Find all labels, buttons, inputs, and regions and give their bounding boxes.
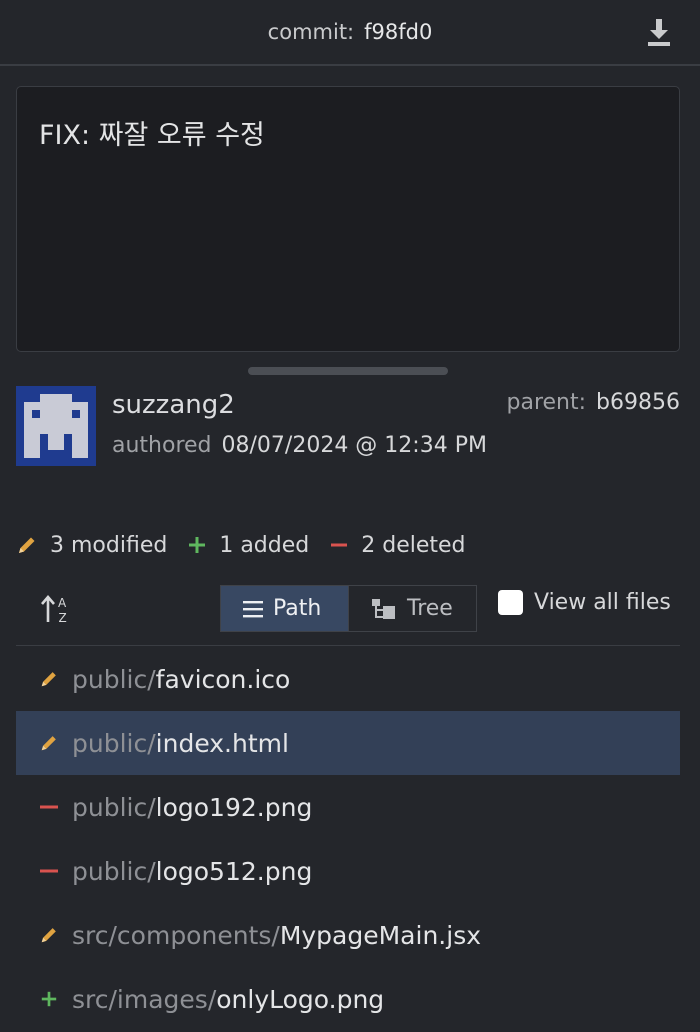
tree-label: Tree bbox=[407, 596, 453, 621]
file-row[interactable]: public/favicon.ico bbox=[16, 647, 680, 711]
commit-label: commit: bbox=[267, 20, 355, 44]
authored-date: 08/07/2024 @ 12:34 PM bbox=[221, 433, 487, 458]
view-all-files-option: View all files bbox=[498, 590, 671, 615]
file-name: MypageMain.jsx bbox=[279, 920, 482, 950]
path-view-button[interactable]: Path bbox=[221, 586, 348, 631]
deleted-count: 2 deleted bbox=[361, 532, 466, 558]
deleted-stat: 2 deleted bbox=[329, 532, 466, 558]
file-list: public/favicon.ico public/index.html pub… bbox=[16, 647, 680, 1031]
pencil-icon bbox=[38, 924, 60, 946]
file-dir: src/images/ bbox=[72, 984, 217, 1014]
path-label: Path bbox=[273, 596, 322, 621]
tree-view-button[interactable]: Tree bbox=[348, 586, 476, 631]
svg-text:A: A bbox=[58, 596, 67, 610]
file-dir: public/ bbox=[72, 664, 156, 694]
change-stats: 3 modified 1 added 2 deleted bbox=[16, 530, 486, 560]
added-stat: 1 added bbox=[187, 533, 309, 558]
file-row[interactable]: public/index.html bbox=[16, 711, 680, 775]
file-row[interactable]: public/logo512.png bbox=[16, 839, 680, 903]
resize-handle[interactable] bbox=[248, 367, 448, 375]
parent-sha[interactable]: b69856 bbox=[596, 390, 680, 415]
authored-row: authored 08/07/2024 @ 12:34 PM bbox=[112, 433, 487, 458]
tree-icon bbox=[372, 598, 395, 619]
author-name: suzzang2 bbox=[112, 390, 235, 420]
pencil-icon bbox=[38, 732, 60, 754]
commit-sha[interactable]: f98fd0 bbox=[364, 20, 432, 44]
file-name: logo192.png bbox=[155, 792, 313, 822]
file-row[interactable]: src/components/MypageMain.jsx bbox=[16, 903, 680, 967]
avatar bbox=[16, 386, 96, 466]
file-name: onlyLogo.png bbox=[216, 984, 385, 1014]
file-row[interactable]: public/logo192.png bbox=[16, 775, 680, 839]
file-dir: public/ bbox=[72, 856, 156, 886]
modified-stat: 3 modified bbox=[16, 533, 167, 558]
minus-icon bbox=[331, 543, 348, 547]
added-count: 1 added bbox=[219, 532, 310, 558]
plus-icon bbox=[38, 988, 60, 1010]
pencil-icon bbox=[38, 668, 60, 690]
file-name: logo512.png bbox=[155, 856, 313, 886]
plus-icon bbox=[189, 537, 206, 553]
parent-row: parent: b69856 bbox=[507, 390, 680, 415]
file-dir: public/ bbox=[72, 792, 156, 822]
view-mode-toggle: Path Tree bbox=[220, 585, 477, 632]
view-all-files-checkbox[interactable] bbox=[498, 590, 523, 615]
pencil-icon bbox=[19, 537, 35, 553]
file-dir: public/ bbox=[72, 728, 156, 758]
file-name: index.html bbox=[155, 728, 289, 758]
file-row[interactable]: src/images/onlyLogo.png bbox=[16, 967, 680, 1031]
parent-label: parent: bbox=[506, 390, 587, 415]
minus-icon bbox=[38, 860, 60, 882]
sort-alpha-icon[interactable]: A Z bbox=[40, 592, 74, 626]
modified-count: 3 modified bbox=[50, 532, 168, 558]
authored-label: authored bbox=[112, 433, 212, 458]
download-icon[interactable] bbox=[646, 17, 672, 47]
commit-header: commit: f98fd0 bbox=[0, 0, 700, 66]
commit-message[interactable]: FIX: 짜잘 오류 수정 bbox=[16, 86, 680, 352]
file-name: favicon.ico bbox=[155, 664, 291, 694]
list-icon bbox=[243, 600, 263, 617]
divider bbox=[16, 645, 680, 646]
minus-icon bbox=[38, 796, 60, 818]
file-dir: src/components/ bbox=[72, 920, 280, 950]
view-all-files-label[interactable]: View all files bbox=[534, 590, 671, 615]
svg-text:Z: Z bbox=[59, 611, 67, 625]
